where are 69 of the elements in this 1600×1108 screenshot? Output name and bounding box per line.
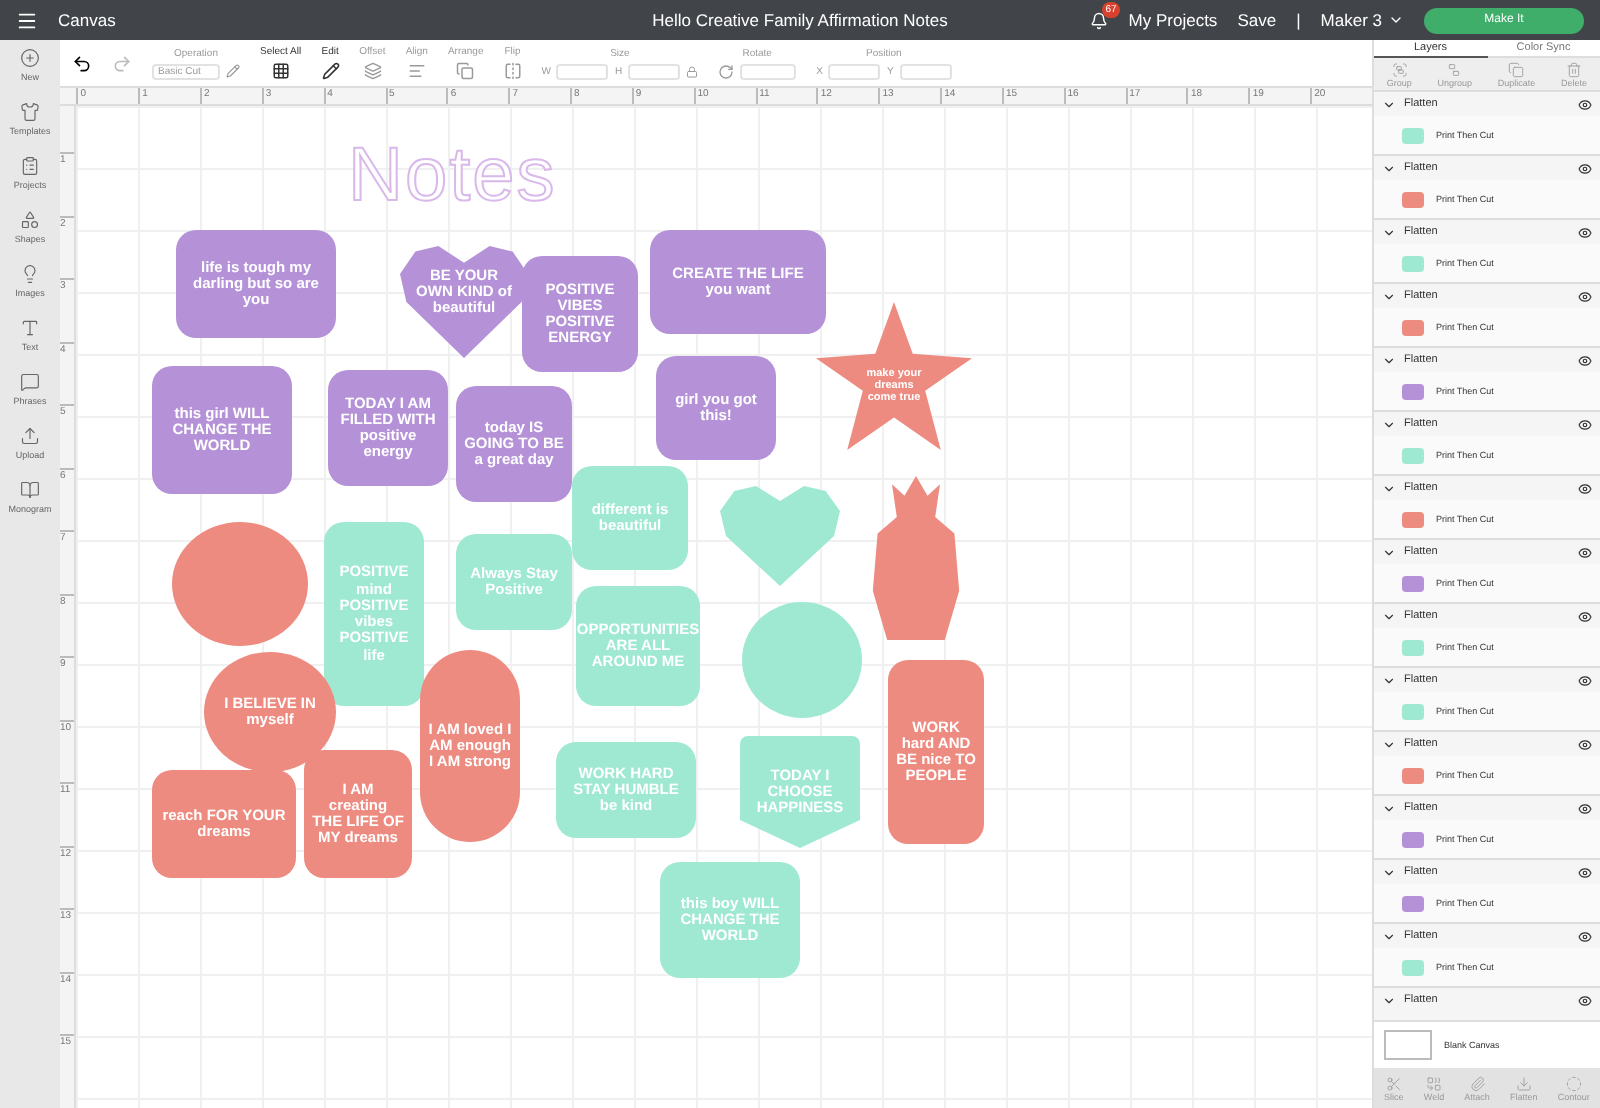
new-icon xyxy=(20,48,40,68)
book-icon xyxy=(20,480,40,500)
eye-icon[interactable] xyxy=(1578,417,1592,431)
number-field[interactable] xyxy=(828,63,881,79)
chevron-icon[interactable] xyxy=(1382,673,1396,687)
duplicate-icon xyxy=(1508,61,1525,77)
chevron-icon[interactable] xyxy=(1382,353,1396,367)
chevron-icon[interactable] xyxy=(1388,12,1404,28)
chevron-icon[interactable] xyxy=(1382,929,1396,943)
upload-icon xyxy=(20,426,40,446)
align-icon[interactable] xyxy=(407,62,426,80)
separator: | xyxy=(1296,10,1301,30)
pencil-icon[interactable] xyxy=(321,62,340,80)
eye-icon[interactable] xyxy=(1578,353,1592,367)
chevron-icon[interactable] xyxy=(1382,417,1396,431)
save-link[interactable]: Save xyxy=(1237,10,1277,30)
section-name: Canvas xyxy=(58,10,116,30)
chevron-icon[interactable] xyxy=(1382,161,1396,175)
eye-icon[interactable] xyxy=(1578,865,1592,879)
project-title: Hello Creative Family Affirmation Notes xyxy=(652,10,948,30)
text-icon xyxy=(20,318,40,338)
eye-icon[interactable] xyxy=(1578,289,1592,303)
speech-bubble-icon xyxy=(20,372,40,392)
chevron-icon[interactable] xyxy=(1382,801,1396,815)
shirt-icon xyxy=(20,102,40,122)
copy-icon[interactable] xyxy=(456,62,475,80)
eye-icon[interactable] xyxy=(1578,481,1592,495)
chevron-icon[interactable] xyxy=(1382,545,1396,559)
chevron-icon[interactable] xyxy=(1382,289,1396,303)
eye-icon[interactable] xyxy=(1578,929,1592,943)
eye-icon[interactable] xyxy=(1578,737,1592,751)
chevron-icon[interactable] xyxy=(1382,481,1396,495)
delete-icon xyxy=(1566,61,1583,77)
eye-icon[interactable] xyxy=(1578,609,1592,623)
undo-icon[interactable] xyxy=(72,53,92,73)
chevron-icon[interactable] xyxy=(1382,225,1396,239)
group-icon xyxy=(1391,61,1408,77)
pencil-icon xyxy=(226,64,240,78)
chevron-icon[interactable] xyxy=(1382,865,1396,879)
eye-icon[interactable] xyxy=(1578,993,1592,1007)
eye-icon[interactable] xyxy=(1578,225,1592,239)
eye-icon[interactable] xyxy=(1578,97,1592,111)
grid-icon[interactable] xyxy=(271,62,290,80)
shapes-icon xyxy=(20,210,40,230)
machine-select[interactable]: Maker 3 xyxy=(1320,10,1382,30)
chevron-icon[interactable] xyxy=(1382,609,1396,623)
eye-icon[interactable] xyxy=(1578,161,1592,175)
number-field[interactable] xyxy=(628,63,681,79)
number-field[interactable] xyxy=(556,63,609,79)
flip-icon[interactable] xyxy=(503,62,522,80)
rotate-icon xyxy=(718,63,735,79)
eye-icon[interactable] xyxy=(1578,545,1592,559)
menu-icon[interactable] xyxy=(16,9,38,31)
paperclip-icon xyxy=(1469,1075,1486,1091)
chevron-icon[interactable] xyxy=(1382,97,1396,111)
eye-icon[interactable] xyxy=(1578,801,1592,815)
my-projects-link[interactable]: My Projects xyxy=(1128,10,1218,30)
blank-canvas-thumbnail xyxy=(1384,1030,1432,1060)
layers-icon[interactable] xyxy=(363,62,382,80)
eye-icon[interactable] xyxy=(1578,673,1592,687)
lock-icon[interactable] xyxy=(686,65,699,77)
number-field[interactable] xyxy=(899,63,952,79)
chevron-icon[interactable] xyxy=(1382,737,1396,751)
chevron-icon[interactable] xyxy=(1382,993,1396,1007)
ungroup-icon xyxy=(1446,61,1463,77)
clipboard-icon xyxy=(20,156,40,176)
number-field[interactable] xyxy=(740,63,797,79)
lightbulb-icon xyxy=(20,264,40,284)
bell-icon[interactable] xyxy=(1090,11,1109,29)
